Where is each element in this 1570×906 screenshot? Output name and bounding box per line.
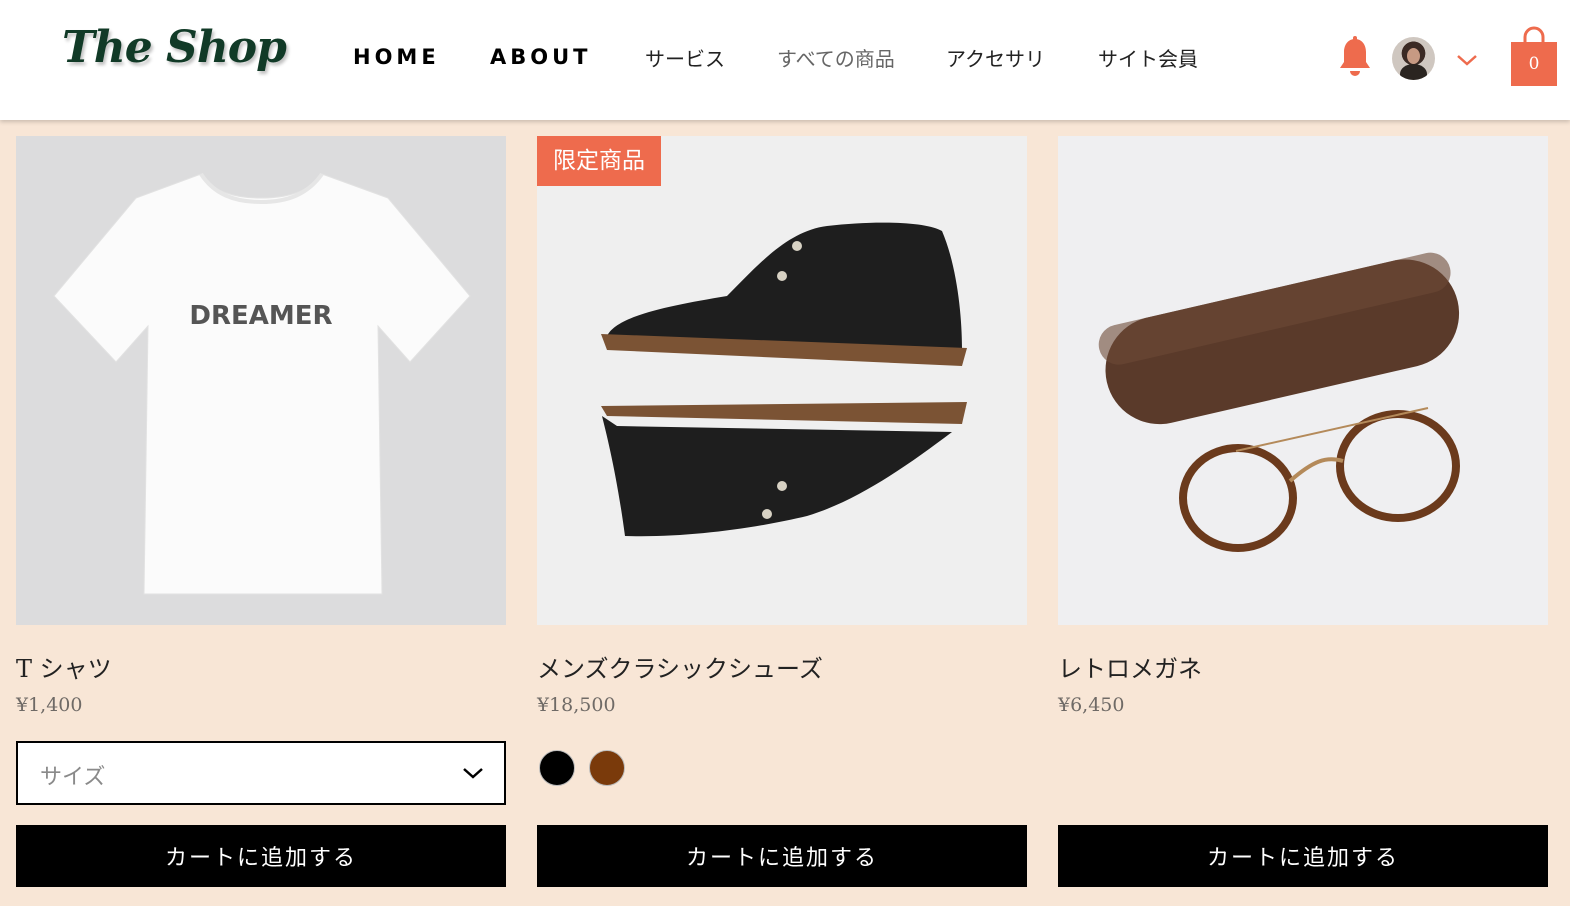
size-select[interactable]: サイズ (16, 741, 506, 805)
product-image-shoes[interactable]: 限定商品 (537, 136, 1027, 625)
chevron-down-icon[interactable] (1455, 50, 1479, 70)
limited-badge: 限定商品 (537, 136, 661, 186)
product-image-tshirt[interactable]: DREAMER (16, 136, 506, 625)
cart-count: 0 (1528, 54, 1540, 74)
size-select-placeholder: サイズ (40, 765, 106, 790)
site-header: The Shop HOME ABOUT サービス すべての商品 アクセサリ サイ… (0, 0, 1570, 120)
site-logo[interactable]: The Shop (62, 22, 287, 73)
avatar[interactable] (1392, 37, 1435, 80)
tshirt-print-text: DREAMER (189, 301, 332, 331)
nav-all-products[interactable]: すべての商品 (777, 43, 895, 72)
nav-services[interactable]: サービス (645, 43, 725, 72)
shopping-bag-icon[interactable]: 0 (1509, 24, 1559, 87)
chevron-down-icon (463, 768, 483, 779)
bell-icon[interactable] (1336, 36, 1374, 78)
nav-members[interactable]: サイト会員 (1098, 43, 1198, 72)
add-to-cart-button[interactable]: カートに追加する (537, 825, 1027, 887)
product-price: ¥18,500 (537, 694, 616, 716)
color-swatch-brown[interactable] (589, 750, 625, 786)
product-name[interactable]: メンズクラシックシューズ (537, 649, 823, 684)
product-image-glasses[interactable] (1058, 136, 1548, 625)
product-price: ¥1,400 (16, 694, 83, 716)
product-name[interactable]: T シャツ (16, 649, 112, 684)
add-to-cart-button[interactable]: カートに追加する (1058, 825, 1548, 887)
nav-about[interactable]: ABOUT (490, 45, 592, 69)
color-swatch-black[interactable] (539, 750, 575, 786)
color-swatches (539, 750, 625, 788)
nav-home[interactable]: HOME (353, 45, 440, 69)
add-to-cart-button[interactable]: カートに追加する (16, 825, 506, 887)
product-name[interactable]: レトロメガネ (1058, 649, 1202, 684)
product-price: ¥6,450 (1058, 694, 1125, 716)
nav-accessories[interactable]: アクセサリ (946, 43, 1045, 72)
